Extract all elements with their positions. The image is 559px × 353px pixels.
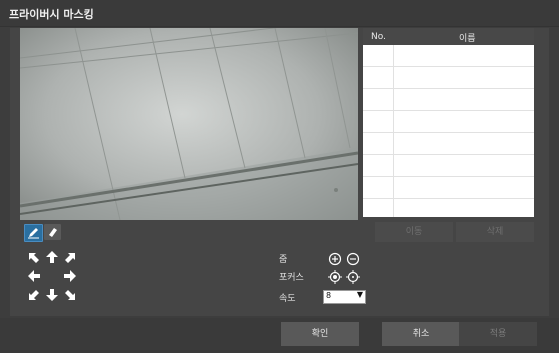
arrow-down-right-icon[interactable] (63, 288, 77, 302)
column-header-no: No. (371, 32, 386, 42)
speed-label: 속도 (279, 294, 296, 304)
erase-mask-button[interactable] (44, 224, 61, 240)
table-row[interactable] (363, 45, 534, 67)
focus-far-icon[interactable] (346, 269, 360, 284)
zoom-label: 줌 (279, 255, 288, 265)
apply-button[interactable]: 적용 (459, 322, 537, 346)
eraser-icon (49, 228, 57, 237)
column-header-name: 이름 (459, 34, 476, 44)
zoom-out-icon[interactable] (346, 251, 360, 266)
mask-list-table: No. 이름 (363, 28, 534, 217)
ok-button[interactable]: 확인 (281, 322, 359, 346)
focus-label: 포커스 (279, 273, 304, 283)
pencil-icon (28, 228, 39, 239)
draw-mask-button[interactable] (24, 224, 43, 242)
table-row[interactable] (363, 199, 534, 217)
speed-select[interactable]: 8 ▼ (323, 290, 366, 304)
table-row[interactable] (363, 67, 534, 89)
window-title: 프라이버시 마스킹 (9, 8, 94, 21)
speed-value: 8 (326, 291, 332, 300)
table-row[interactable] (363, 111, 534, 133)
table-row[interactable] (363, 133, 534, 155)
arrow-up-icon[interactable] (45, 250, 59, 264)
arrow-right-icon[interactable] (63, 269, 77, 283)
focus-near-icon[interactable] (328, 269, 342, 284)
table-row[interactable] (363, 89, 534, 111)
table-row[interactable] (363, 155, 534, 177)
chevron-down-icon: ▼ (356, 290, 363, 299)
zoom-in-icon[interactable] (328, 251, 342, 266)
table-header: No. 이름 (363, 28, 534, 45)
delete-button[interactable]: 삭제 (456, 222, 534, 242)
table-row[interactable] (363, 177, 534, 199)
arrow-down-left-icon[interactable] (27, 288, 41, 302)
title-bar: 프라이버시 마스킹 (0, 0, 559, 27)
arrow-up-right-icon[interactable] (63, 251, 77, 265)
arrow-down-icon[interactable] (45, 288, 59, 302)
camera-preview[interactable] (20, 28, 358, 220)
arrow-up-left-icon[interactable] (27, 251, 41, 265)
move-button[interactable]: 이동 (375, 222, 453, 242)
cancel-button[interactable]: 취소 (382, 322, 460, 346)
arrow-left-icon[interactable] (27, 269, 41, 283)
